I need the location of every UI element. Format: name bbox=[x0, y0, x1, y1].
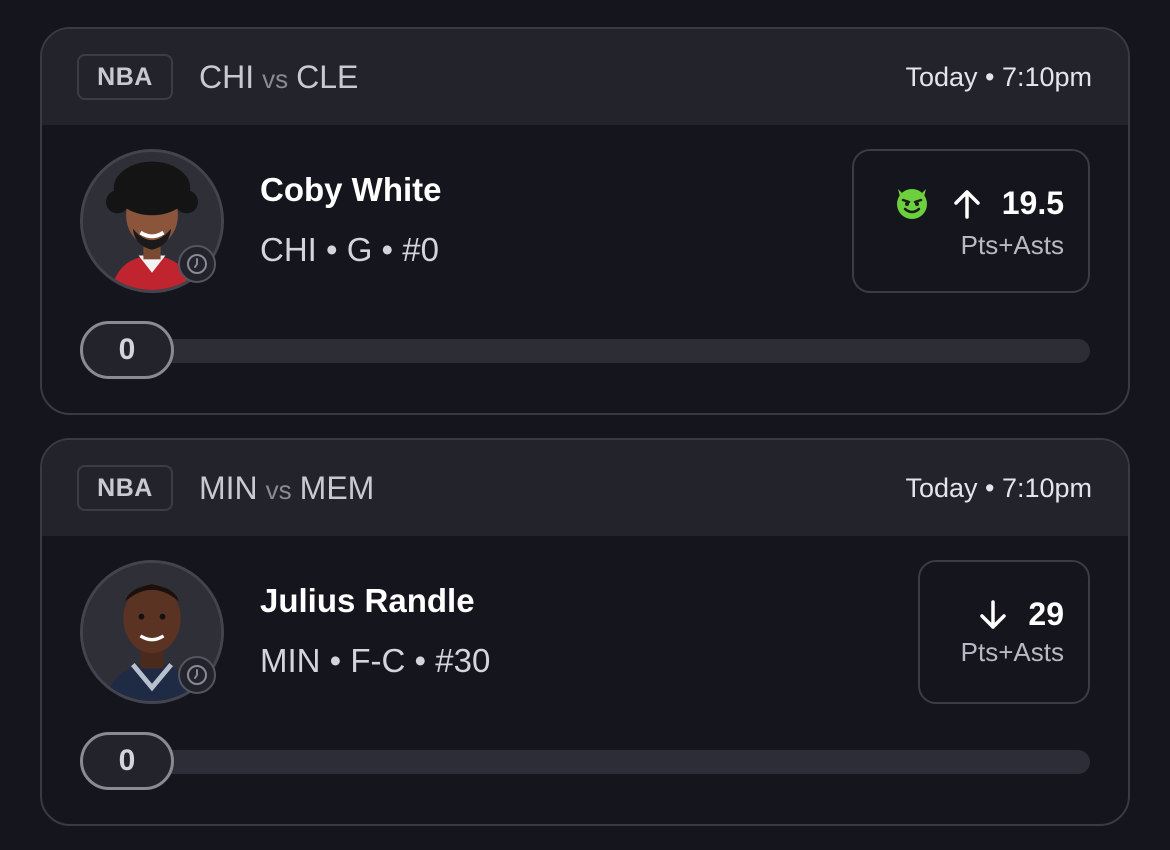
pick-box[interactable]: 19.5 Pts+Asts bbox=[852, 149, 1090, 293]
prop-card-julius-randle[interactable]: NBA MIN vs MEM Today • 7:10pm Julius Ran… bbox=[40, 438, 1130, 826]
player-meta: CHI • G • #0 bbox=[260, 231, 439, 268]
home-team: CHI bbox=[199, 58, 255, 95]
card-body: Julius Randle MIN • F-C • #30 29 Pts+Ast… bbox=[42, 536, 1128, 824]
game-time: Today • 7:10pm bbox=[905, 472, 1092, 503]
league-badge: NBA bbox=[77, 54, 173, 100]
arrow-down-icon bbox=[976, 598, 1010, 632]
prop-card-coby-white[interactable]: NBA CHI vs CLE Today • 7:10pm Coby White… bbox=[40, 27, 1130, 415]
away-team: MEM bbox=[299, 469, 375, 506]
pick-line: 29 bbox=[976, 596, 1064, 633]
game-header: NBA MIN vs MEM Today • 7:10pm bbox=[42, 440, 1128, 536]
clock-icon bbox=[178, 245, 216, 283]
devil-smile-icon bbox=[892, 181, 932, 226]
player-name[interactable]: Julius Randle bbox=[260, 582, 475, 620]
game-header: NBA CHI vs CLE Today • 7:10pm bbox=[42, 29, 1128, 125]
pick-box[interactable]: 29 Pts+Asts bbox=[918, 560, 1090, 704]
player-name[interactable]: Coby White bbox=[260, 171, 441, 209]
pick-stat: Pts+Asts bbox=[960, 230, 1064, 260]
progress-track bbox=[80, 750, 1090, 774]
away-team: CLE bbox=[296, 58, 359, 95]
game-time: Today • 7:10pm bbox=[905, 61, 1092, 92]
matchup: CHI vs CLE bbox=[199, 59, 358, 96]
matchup: MIN vs MEM bbox=[199, 470, 374, 507]
player-meta: MIN • F-C • #30 bbox=[260, 642, 491, 679]
league-badge: NBA bbox=[77, 465, 173, 511]
pick-line: 19.5 bbox=[892, 181, 1064, 226]
home-team: MIN bbox=[199, 469, 258, 506]
card-body: Coby White CHI • G • #0 19.5 Pts+Asts 0 bbox=[42, 125, 1128, 413]
progress-value: 0 bbox=[80, 321, 174, 379]
arrow-up-icon bbox=[950, 187, 984, 221]
vs-label: vs bbox=[262, 63, 289, 94]
progress-track bbox=[80, 339, 1090, 363]
clock-icon bbox=[178, 656, 216, 694]
pick-stat: Pts+Asts bbox=[960, 637, 1064, 667]
vs-label: vs bbox=[265, 474, 292, 505]
pick-value: 19.5 bbox=[1001, 185, 1064, 221]
progress-value: 0 bbox=[80, 732, 174, 790]
pick-value: 29 bbox=[1028, 596, 1064, 632]
